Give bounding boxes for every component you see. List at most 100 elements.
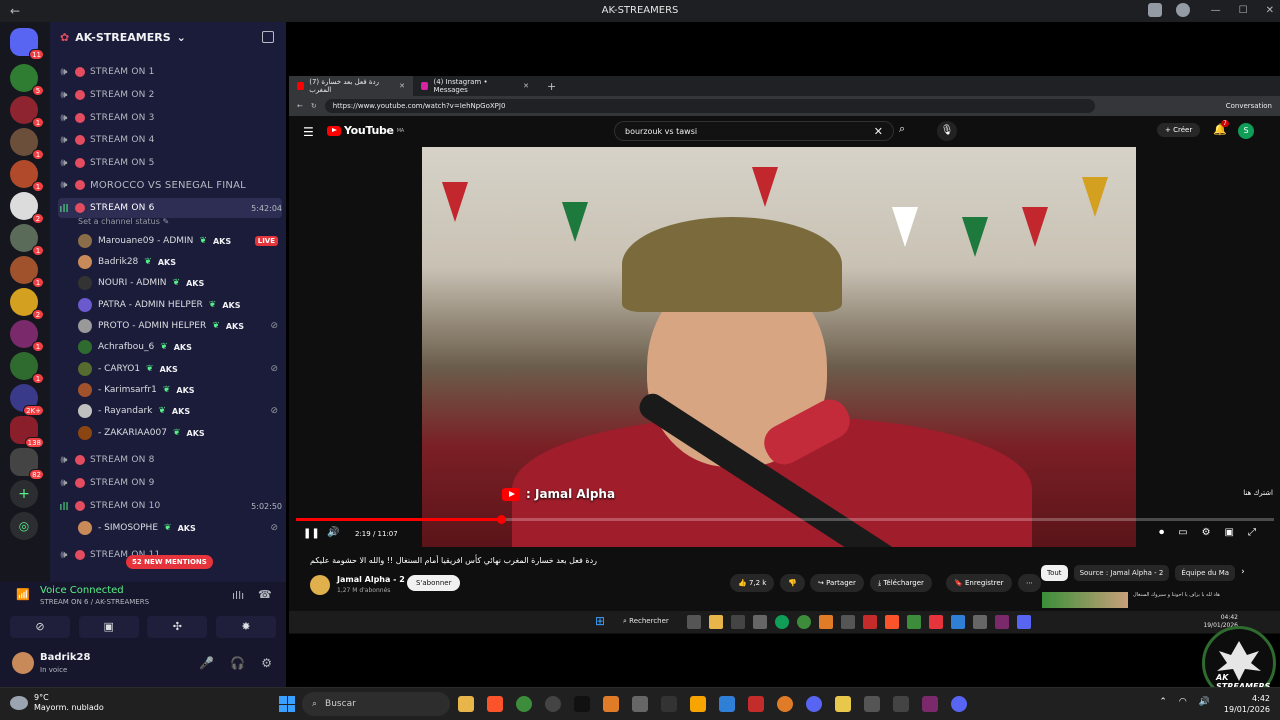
voice-member[interactable]: - SIMOSOPHE ❦ AKS ⊘	[78, 518, 278, 538]
chrome-icon[interactable]	[797, 615, 811, 629]
back-arrow-icon[interactable]: ←	[297, 102, 303, 110]
autoplay-toggle-icon[interactable]: ⏺	[1159, 527, 1164, 538]
fullscreen-icon[interactable]: ⤢	[1248, 527, 1256, 538]
app-icon[interactable]	[951, 615, 965, 629]
file-explorer-icon[interactable]	[709, 615, 723, 629]
copilot-conversation-button[interactable]: Conversation	[1226, 102, 1272, 110]
terminal-icon[interactable]	[661, 696, 677, 712]
channel-name[interactable]: Jamal Alpha - 2	[337, 575, 405, 584]
voice-member[interactable]: Marouane09 - ADMIN ❦ AKS LIVE	[78, 231, 278, 251]
windows-start-icon[interactable]	[279, 696, 295, 712]
microphone-icon[interactable]: 🎤	[199, 656, 214, 670]
address-bar[interactable]: https://www.youtube.com/watch?v=IehNpGoX…	[324, 99, 1095, 113]
voice-channel[interactable]: 🕪 STREAM ON 2	[58, 85, 282, 105]
voice-member[interactable]: - Karimsarfr1 ❦ AKS	[78, 380, 278, 400]
server-icon[interactable]: 1	[10, 96, 44, 128]
file-explorer-icon[interactable]	[458, 696, 474, 712]
menu-icon[interactable]: ☰	[303, 125, 314, 139]
app-icon[interactable]	[863, 615, 877, 629]
taskbar-clock[interactable]: 4:42 19/01/2026	[1224, 693, 1270, 715]
youtube-logo[interactable]: YouTube MA	[327, 124, 404, 137]
activities-button[interactable]: ✣	[147, 616, 208, 638]
avatar[interactable]	[12, 652, 34, 674]
voice-member[interactable]: - ZAKARIAA007 ❦ AKS	[78, 423, 278, 443]
search-icon[interactable]: ⌕	[899, 122, 905, 136]
server-icon[interactable]: 1	[10, 320, 44, 352]
settings-gear-icon[interactable]: ⚙	[1202, 527, 1211, 538]
clear-search-icon[interactable]: ✕	[874, 125, 883, 138]
app-icon[interactable]	[929, 615, 943, 629]
voice-channel[interactable]: 🕪 STREAM ON 4	[58, 130, 282, 150]
voice-member[interactable]: - Rayandark ❦ AKS ⊘	[78, 401, 278, 421]
channel-status[interactable]: Set a channel status ✎	[78, 217, 169, 226]
close-tab-icon[interactable]: ✕	[399, 82, 405, 90]
app-icon[interactable]	[753, 615, 767, 629]
screen-share-button[interactable]: ▣	[78, 616, 139, 638]
discord-icon[interactable]	[1017, 615, 1031, 629]
voice-member[interactable]: PROTO - ADMIN HELPER ❦ AKS ⊘	[78, 316, 278, 336]
new-tab-button[interactable]: +	[537, 80, 566, 93]
settings-gear-icon[interactable]: ⚙	[261, 656, 272, 670]
like-button[interactable]: 👍 7,2 k	[730, 574, 775, 592]
search-input[interactable]: bourzouk vs tawsi ✕	[614, 121, 894, 141]
voice-member[interactable]: Achrafbou_6 ❦ AKS	[78, 337, 278, 357]
miniplayer-icon[interactable]: ▣	[1225, 527, 1234, 538]
discord-icon[interactable]	[806, 696, 822, 712]
voice-member[interactable]: Badrik28 ❦ AKS	[78, 252, 278, 272]
headphones-icon[interactable]: 🎧	[230, 656, 245, 670]
voice-channel[interactable]: 🕪 STREAM ON 9	[58, 473, 282, 493]
noise-suppression-icon[interactable]: ıllı	[232, 589, 244, 602]
app-icon[interactable]	[731, 615, 745, 629]
close-button[interactable]: ✕	[1266, 0, 1274, 22]
brave-icon[interactable]	[487, 696, 503, 712]
server-icon[interactable]: 2K+	[10, 384, 44, 416]
discord-icon[interactable]	[951, 696, 967, 712]
pause-icon[interactable]: ❚❚	[303, 528, 320, 539]
app-icon[interactable]	[907, 615, 921, 629]
subscribe-button[interactable]: S'abonner	[407, 575, 461, 591]
app-icon[interactable]	[632, 696, 648, 712]
voice-channel[interactable]: 🕪 STREAM ON 8	[58, 450, 282, 470]
brave-icon[interactable]	[885, 615, 899, 629]
new-mentions-banner[interactable]: 52 NEW MENTIONS	[126, 555, 213, 569]
dislike-button[interactable]: 👎	[780, 574, 805, 592]
voice-channel[interactable]: 🕪 STREAM ON 5	[58, 153, 282, 173]
video-progress-bar[interactable]	[296, 515, 1274, 524]
volume-icon[interactable]: 🔊	[327, 527, 339, 538]
browser-tab-instagram[interactable]: (4) Instagram • Messages ✕	[413, 76, 537, 96]
disconnect-icon[interactable]: ☎	[258, 588, 272, 601]
chip-source[interactable]: Source : Jamal Alpha - 2	[1073, 565, 1170, 581]
back-arrow-icon[interactable]: ←	[0, 4, 30, 18]
chip-team[interactable]: Équipe du Ma	[1175, 565, 1236, 581]
app-icon[interactable]	[973, 615, 987, 629]
related-video-thumbnail[interactable]	[1042, 592, 1128, 608]
app-icon[interactable]	[864, 696, 880, 712]
share-button[interactable]: ↪ Partager	[810, 574, 864, 592]
reload-icon[interactable]: ↻	[311, 102, 317, 110]
voice-channel[interactable]: ıll STREAM ON 10 5:02:50	[58, 496, 282, 516]
invite-people-icon[interactable]	[262, 31, 274, 43]
server-icon[interactable]: 1	[10, 352, 44, 384]
app-icon[interactable]	[995, 615, 1009, 629]
app-icon[interactable]	[893, 696, 909, 712]
video-player[interactable]: : Jamal Alpha	[422, 147, 1136, 547]
create-button[interactable]: + Créer	[1157, 123, 1201, 137]
windows-start-icon[interactable]: ⊞	[595, 614, 605, 628]
chevron-right-icon[interactable]: ›	[1241, 565, 1245, 581]
server-icon[interactable]: 2	[10, 288, 44, 320]
maximize-button[interactable]: ☐	[1239, 0, 1248, 22]
chrome-icon[interactable]	[516, 696, 532, 712]
app-icon[interactable]	[922, 696, 938, 712]
close-tab-icon[interactable]: ✕	[523, 82, 529, 90]
soundboard-button[interactable]: ✸	[215, 616, 276, 638]
voice-member[interactable]: - CARYO1 ❦ AKS ⊘	[78, 359, 278, 379]
voice-search-icon[interactable]: 🎙	[937, 121, 957, 141]
chip-all[interactable]: Tout	[1041, 565, 1068, 581]
notifications-bell-icon[interactable]: 🔔 7	[1213, 120, 1229, 136]
server-folder-icon[interactable]: 138	[10, 416, 44, 448]
camera-off-button[interactable]: ⊘	[10, 616, 70, 638]
server-icon[interactable]: 1	[10, 160, 44, 192]
wifi-icon[interactable]: ◠	[1179, 697, 1187, 707]
taskbar-search-box[interactable]: ⌕ Buscar	[302, 692, 450, 716]
minimize-button[interactable]: —	[1211, 0, 1221, 22]
